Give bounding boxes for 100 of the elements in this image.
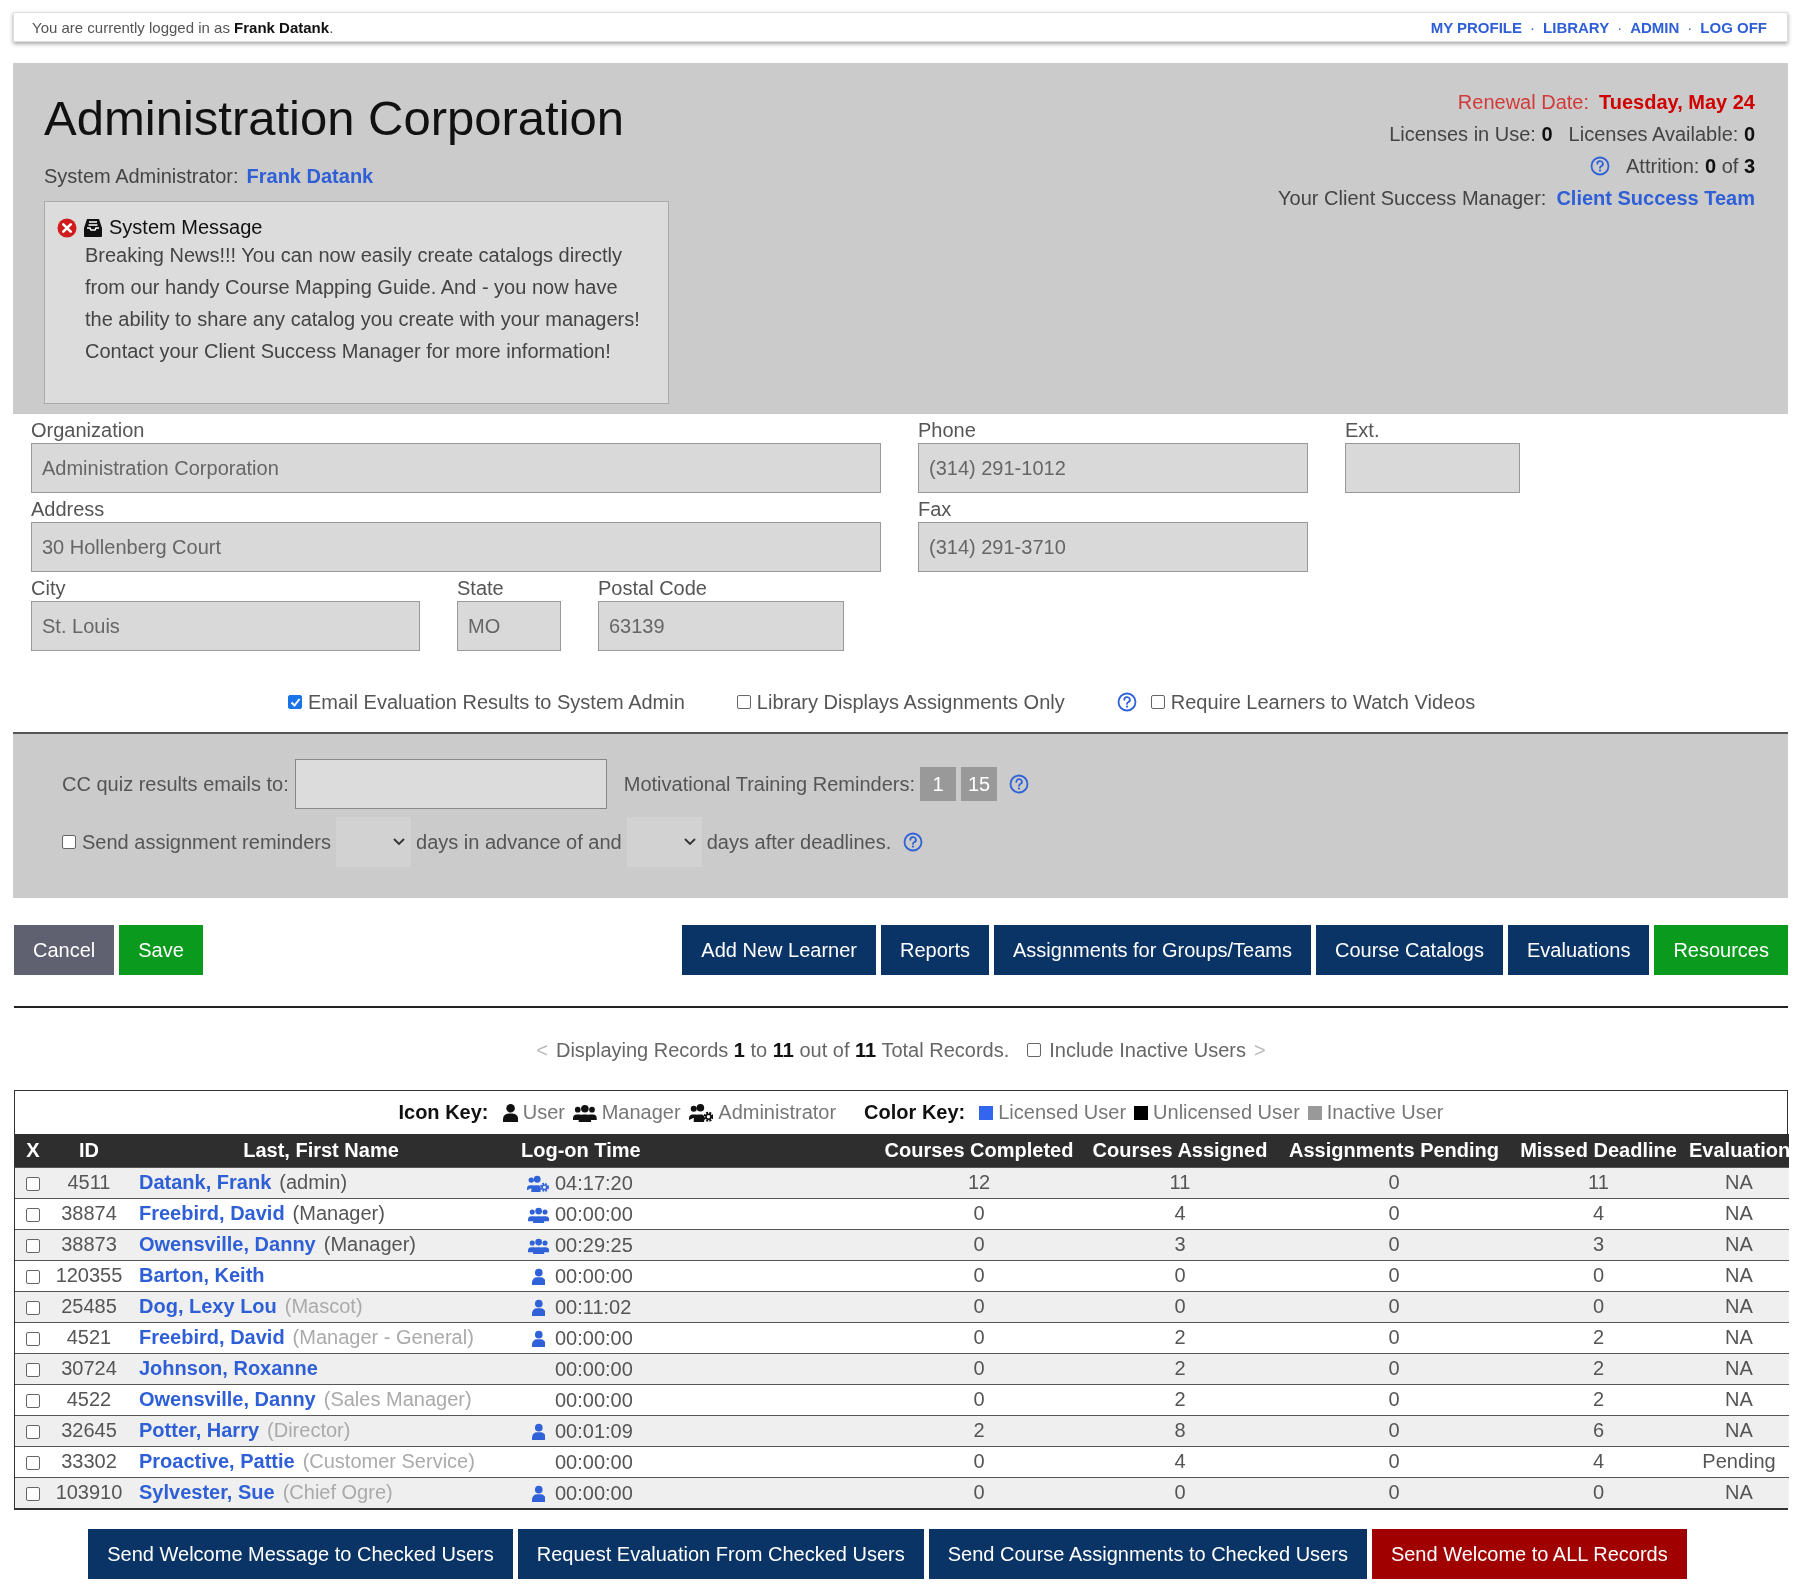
checkbox[interactable]	[1150, 695, 1165, 709]
bulk-action-button[interactable]: Request Evaluation From Checked Users	[517, 1529, 924, 1579]
table-cell: 4511	[67, 1171, 111, 1193]
table-cell: 0	[973, 1295, 985, 1317]
nav-link[interactable]: MY PROFILE	[1430, 18, 1523, 36]
inbox-icon	[83, 217, 103, 238]
checkbox[interactable]	[288, 695, 302, 709]
checkbox[interactable]	[26, 1331, 40, 1346]
table-cell: 00:00:00	[555, 1202, 633, 1226]
checkbox[interactable]	[26, 1269, 40, 1284]
login-status-text: You are currently logged in as Frank Datank.	[32, 18, 334, 36]
action-button[interactable]: Course Catalogs	[1316, 925, 1503, 975]
user-role: (Manager)	[292, 1202, 385, 1224]
table-cell: 32645	[61, 1419, 117, 1441]
user-name-link[interactable]: Dog, Lexy Lou	[139, 1295, 277, 1317]
help-icon[interactable]	[903, 832, 924, 852]
checkbox[interactable]	[26, 1424, 40, 1439]
input-field[interactable]: 30 Hollenberg Court	[31, 522, 881, 572]
advance-label: days in advance of and	[416, 830, 622, 854]
checkbox[interactable]	[26, 1176, 40, 1191]
nav-link[interactable]: LIBRARY	[1543, 18, 1610, 36]
input-field[interactable]: St. Louis	[31, 601, 420, 651]
user-name-link[interactable]: Proactive, Pattie	[139, 1450, 295, 1472]
action-button[interactable]: Reports	[881, 925, 989, 975]
checkbox[interactable]	[62, 835, 76, 849]
help-icon[interactable]	[1116, 692, 1137, 712]
action-button[interactable]: Add New Learner	[682, 925, 876, 975]
checkbox[interactable]	[26, 1393, 40, 1408]
help-icon[interactable]	[1590, 156, 1611, 176]
table-cell: 0	[973, 1264, 985, 1286]
user-name-link[interactable]: Freebird, David	[139, 1202, 285, 1224]
users-gear-icon	[527, 1174, 550, 1192]
bulk-action-button[interactable]: Send Welcome to ALL Records	[1371, 1529, 1687, 1579]
user-name-link[interactable]: Datank, Frank	[139, 1171, 272, 1193]
table-cell: 00:11:02	[555, 1295, 632, 1319]
table-cell: 2	[1174, 1326, 1186, 1348]
table-cell: 0	[1592, 1481, 1605, 1504]
input-field[interactable]: 63139	[598, 601, 844, 651]
field-label: Phone	[918, 418, 977, 443]
reminder-chip[interactable]: 15	[961, 767, 997, 801]
table-cell: 2	[1592, 1388, 1605, 1410]
nav-link[interactable]: LOG OFF	[1700, 18, 1767, 36]
cc-label: CC quiz results emails to:	[62, 772, 289, 796]
table-cell: 2	[1592, 1357, 1605, 1379]
close-icon[interactable]	[57, 217, 77, 238]
action-button[interactable]: Assignments for Groups/Teams	[994, 925, 1311, 975]
user-icon	[531, 1484, 546, 1502]
table-cell: 0	[1388, 1295, 1400, 1317]
action-button[interactable]: Cancel	[14, 925, 115, 975]
help-icon[interactable]	[1009, 774, 1029, 794]
csm-label: Your Client Success Manager:	[1278, 186, 1547, 211]
action-button[interactable]: Evaluations	[1508, 925, 1650, 975]
user-icon	[502, 1103, 518, 1122]
user-name-link[interactable]: Owensville, Danny	[139, 1388, 316, 1410]
checkbox[interactable]	[26, 1455, 40, 1470]
table-cell: 0	[1592, 1295, 1605, 1317]
table-cell: 38874	[61, 1202, 117, 1224]
reminder-chip[interactable]: 1	[920, 767, 956, 801]
action-button[interactable]: Resources	[1654, 925, 1788, 975]
user-name-link[interactable]: Barton, Keith	[139, 1264, 265, 1286]
reminders-label: Motivational Training Reminders:	[623, 772, 915, 796]
user-name-link[interactable]: Owensville, Danny	[139, 1233, 316, 1255]
administrator-name-link[interactable]: Frank Datank	[246, 165, 374, 188]
csm-link[interactable]: Client Success Team	[1556, 185, 1755, 211]
table-cell: 38873	[61, 1233, 117, 1255]
chevron-icon	[393, 838, 405, 846]
checkbox-label: Require Learners to Watch Videos	[1170, 690, 1476, 714]
checkbox[interactable]	[26, 1207, 40, 1222]
nav-link[interactable]: ADMIN	[1630, 18, 1680, 36]
bulk-action-button[interactable]: Send Course Assignments to Checked Users	[928, 1529, 1367, 1579]
user-name-link[interactable]: Sylvester, Sue	[139, 1481, 275, 1504]
table-cell: 00:00:00	[555, 1481, 633, 1505]
input-field[interactable]	[294, 759, 607, 809]
input-field[interactable]	[1345, 443, 1520, 493]
input-field[interactable]: (314) 291-1012	[918, 443, 1308, 493]
bulk-action-button[interactable]: Send Welcome Message to Checked Users	[88, 1529, 513, 1579]
table-cell: 4522	[66, 1388, 112, 1410]
input-field[interactable]: Administration Corporation	[31, 443, 881, 493]
checkbox[interactable]	[26, 1362, 40, 1377]
table-cell: 30724	[61, 1357, 117, 1379]
input-field[interactable]: (314) 291-3710	[918, 522, 1308, 572]
table-cell: 00:29:25	[555, 1233, 633, 1257]
table-cell: 120355	[55, 1264, 123, 1286]
message-title: System Message	[109, 216, 263, 239]
user-name-link[interactable]: Potter, Harry	[139, 1419, 260, 1441]
checkbox[interactable]	[26, 1238, 40, 1253]
checkbox[interactable]	[26, 1486, 40, 1501]
icon-key-label: Icon Key:	[398, 1101, 489, 1124]
table-cell: NA	[1725, 1326, 1753, 1348]
checkbox[interactable]	[1027, 1043, 1042, 1057]
checkbox[interactable]	[736, 695, 751, 709]
records-summary: Displaying Records 1 to 11 out of 11 Total Records.	[555, 1038, 1010, 1062]
checkbox-label: Send assignment reminders	[82, 830, 331, 854]
checkbox[interactable]	[26, 1300, 40, 1315]
action-button[interactable]: Save	[119, 925, 203, 975]
table-cell: 0	[1388, 1326, 1400, 1348]
column-header: Missed Deadline	[1508, 1134, 1689, 1167]
key-label: Manager	[601, 1101, 681, 1124]
user-name-link[interactable]: Freebird, David	[139, 1326, 285, 1348]
input-field[interactable]: MO	[457, 601, 561, 651]
